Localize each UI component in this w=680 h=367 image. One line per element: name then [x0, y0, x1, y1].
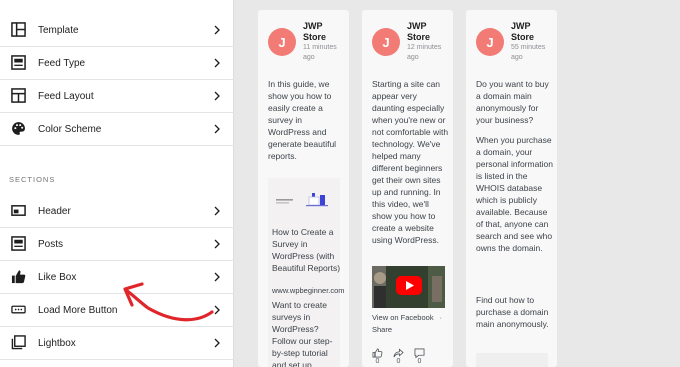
link-title[interactable]: How to Create a Survey in WordPress (wit…: [272, 226, 342, 274]
template-icon: [11, 22, 26, 37]
menu-item-label: Posts: [38, 238, 64, 250]
view-on-facebook-label[interactable]: View on Facebook: [372, 313, 434, 322]
menu-item-label: Lightbox: [38, 337, 76, 349]
palette-icon: [12, 122, 25, 135]
share-count[interactable]: 0: [393, 348, 404, 365]
separator-dot: ·: [439, 313, 443, 322]
post-author[interactable]: JWP Store: [303, 21, 347, 43]
chevron-right-icon: [214, 124, 220, 134]
link-preview[interactable]: [476, 353, 548, 367]
link-domain: www.wpbeginner.com: [272, 286, 345, 295]
post-author[interactable]: JWP Store: [511, 21, 555, 43]
chevron-right-icon: [214, 239, 220, 249]
share-arrow-icon: [393, 348, 404, 358]
post-author[interactable]: JWP Store: [407, 21, 451, 43]
menu-item-label: Header: [38, 205, 71, 217]
post-time: 12 minutes ago: [407, 44, 442, 61]
menu-item-lightbox[interactable]: Lightbox: [0, 327, 234, 359]
post-text: Find out how to purchase a domain main a…: [476, 295, 549, 329]
menu-item-header[interactable]: Header: [0, 195, 234, 227]
chevron-right-icon: [214, 91, 220, 101]
link-thumbnail-image: [274, 187, 338, 215]
header-icon: [11, 205, 26, 216]
divider: [0, 359, 234, 360]
feed-type-icon: [11, 55, 26, 70]
play-button-icon[interactable]: [396, 276, 422, 295]
menu-item-label: Template: [38, 24, 79, 36]
menu-item-label: Feed Type: [38, 57, 86, 69]
feed-layout-icon: [11, 88, 26, 103]
annotation-arrow-icon: [123, 282, 214, 322]
post-time: 11 minutes ago: [303, 44, 337, 61]
chevron-right-icon: [214, 338, 220, 348]
thumbs-up-icon: [11, 270, 26, 284]
post-text: In this guide, we show you how to easily…: [268, 79, 337, 161]
like-icon: [372, 348, 383, 358]
avatar[interactable]: J: [268, 28, 296, 56]
reaction-bar: 0 0 0: [372, 348, 425, 365]
avatar[interactable]: J: [372, 28, 400, 56]
post-text: Starting a site can appear very daunting…: [372, 79, 449, 245]
menu-item-color-scheme[interactable]: Color Scheme: [0, 113, 234, 145]
feed-post-card[interactable]: J JWP Store 55 minutes ago Do you want t…: [466, 10, 557, 367]
chevron-right-icon: [214, 58, 220, 68]
menu-item-template[interactable]: Template: [0, 14, 234, 46]
video-thumbnail[interactable]: [372, 266, 445, 308]
menu-item-feed-layout[interactable]: Feed Layout: [0, 80, 234, 112]
link-description: Want to create surveys in WordPress? Fol…: [272, 300, 333, 367]
load-more-icon: [11, 305, 26, 314]
lightbox-icon: [11, 335, 26, 350]
sections-heading: SECTIONS: [9, 175, 56, 184]
view-on-facebook-link[interactable]: View on Facebook ·: [372, 313, 442, 322]
post-text: When you purchase a domain, your persona…: [476, 135, 554, 253]
chevron-right-icon: [214, 206, 220, 216]
post-text: Do you want to buy a domain main anonymo…: [476, 79, 549, 125]
share-link[interactable]: Share: [372, 325, 392, 334]
avatar[interactable]: J: [476, 28, 504, 56]
chevron-right-icon: [214, 25, 220, 35]
comment-icon: [414, 348, 425, 358]
comment-count[interactable]: 0: [414, 348, 425, 365]
like-count[interactable]: 0: [372, 348, 383, 365]
posts-icon: [11, 236, 26, 251]
menu-item-label: Color Scheme: [38, 123, 102, 135]
feed-post-card[interactable]: J JWP Store 12 minutes ago Starting a si…: [362, 10, 453, 367]
menu-item-label: Feed Layout: [38, 90, 94, 102]
menu-item-label: Like Box: [38, 271, 77, 283]
menu-item-label: Load More Button: [38, 304, 118, 316]
feed-post-card[interactable]: J JWP Store 11 minutes ago In this guide…: [258, 10, 349, 367]
post-time: 55 minutes ago: [511, 44, 546, 61]
menu-item-posts[interactable]: Posts: [0, 228, 234, 260]
menu-item-feed-type[interactable]: Feed Type: [0, 47, 234, 79]
divider: [0, 145, 234, 146]
customizer-sidebar: Template Feed Type Feed Layout Color Sch…: [0, 0, 234, 367]
